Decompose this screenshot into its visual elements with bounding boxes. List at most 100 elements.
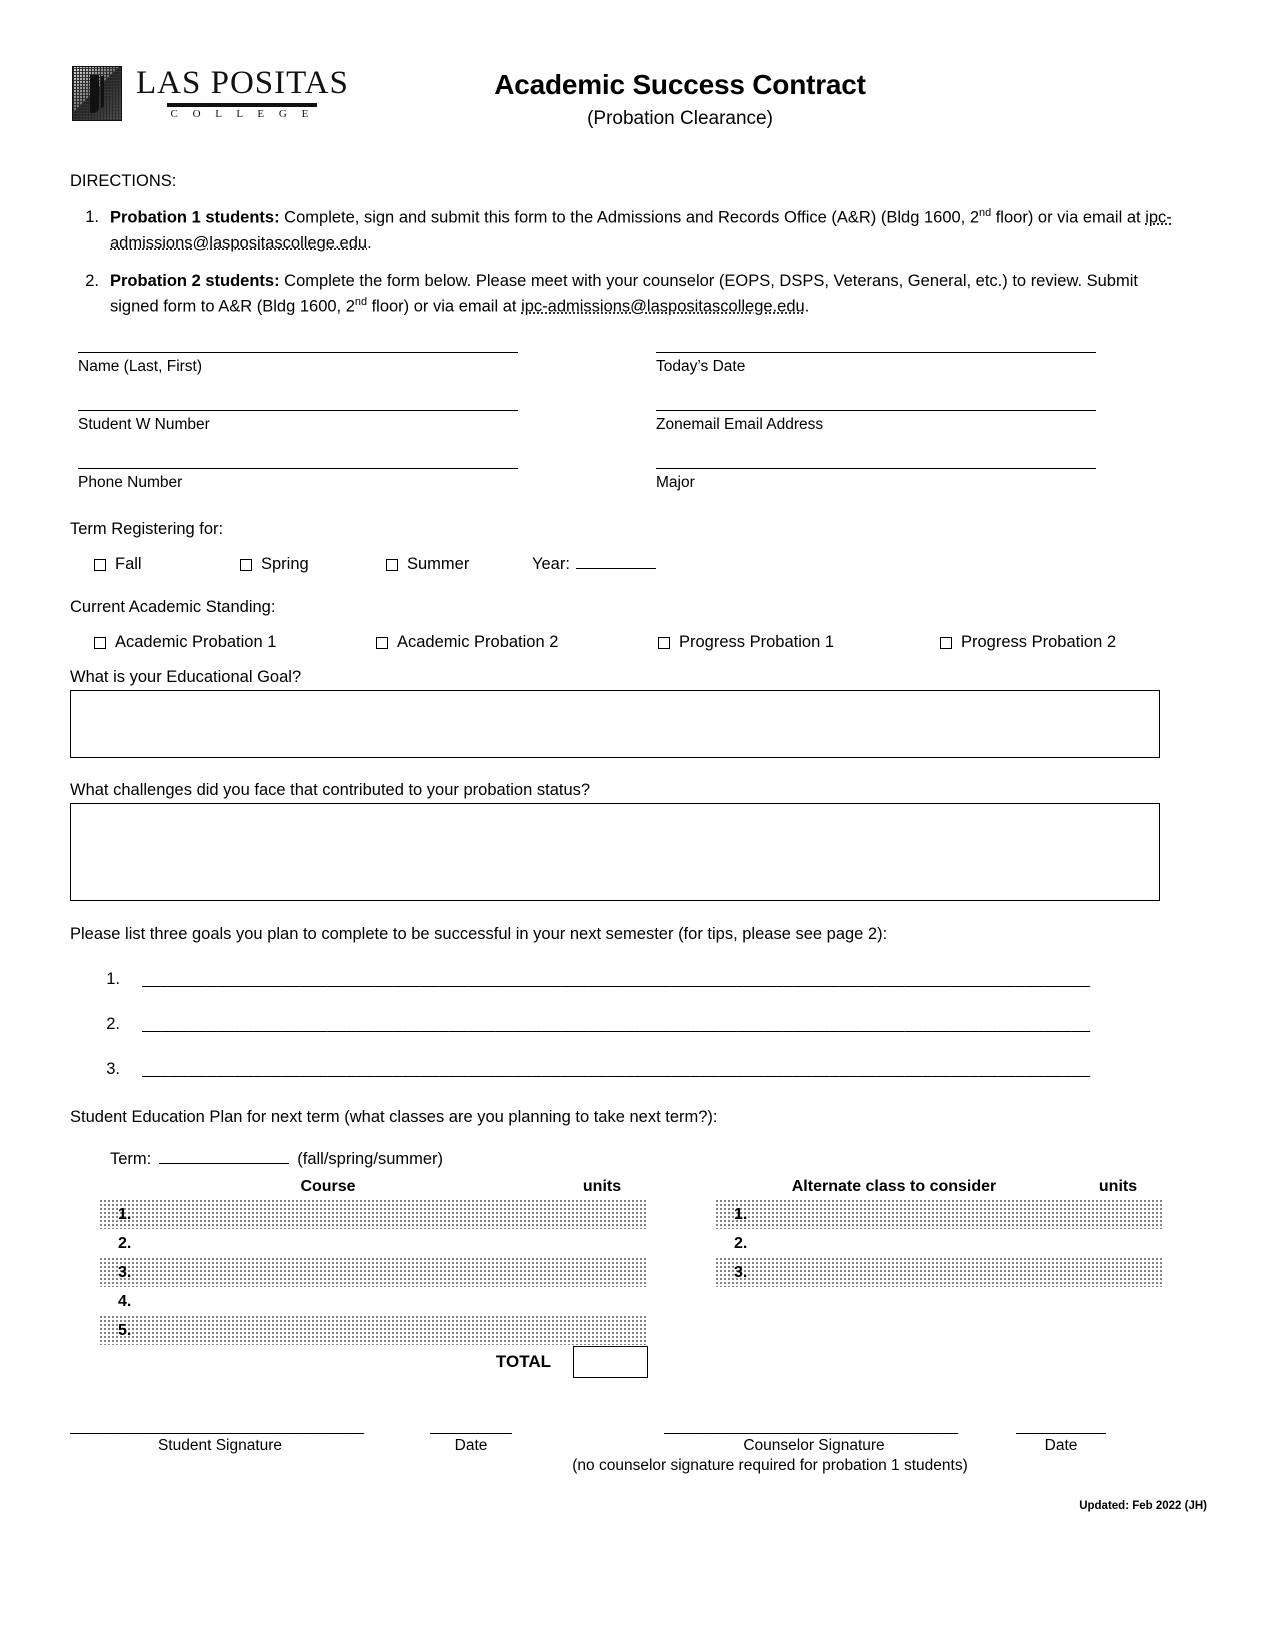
standing-section-label: Current Academic Standing: <box>70 598 276 616</box>
year-label: Year: <box>532 555 570 573</box>
document-page: LAS POSITAS C O L L E G E Academic Succe… <box>0 0 1275 1650</box>
educational-goal-textarea[interactable] <box>70 690 1160 758</box>
signature-section: ________________________________ _______… <box>70 1418 1180 1475</box>
checkbox-icon <box>240 558 252 571</box>
standing-options-row: Academic Probation 1 Academic Probation … <box>70 633 1200 652</box>
goal-input-line[interactable]: ________________________________________… <box>142 1061 1160 1079</box>
checkbox-icon <box>94 636 106 649</box>
goal-input-line[interactable]: ________________________________________… <box>142 1016 1160 1034</box>
year-field[interactable]: Year: <box>508 555 656 574</box>
logo-divider <box>167 103 318 107</box>
direction-lead: Probation 2 students: <box>110 271 280 290</box>
total-units-input[interactable] <box>573 1346 648 1378</box>
field-zonemail[interactable]: Zonemail Email Address <box>656 410 1096 434</box>
direction-number: 2. <box>85 271 99 290</box>
table-row[interactable]: 1. <box>716 1200 1164 1229</box>
field-todays-date[interactable]: Today’s Date <box>656 352 1096 376</box>
row-number: 3. <box>118 1263 132 1281</box>
table-row[interactable]: 3. <box>716 1258 1164 1287</box>
signature-lines: ________________________________ _______… <box>70 1418 1180 1436</box>
table-row[interactable]: 1. <box>100 1200 648 1229</box>
counselor-date-label: Date <box>1044 1437 1078 1454</box>
field-label: Phone Number <box>78 474 183 491</box>
counselor-date-line[interactable]: __________ <box>1016 1418 1106 1436</box>
direction-item-2: 2. Probation 2 students: Complete the fo… <box>70 269 1190 321</box>
field-name[interactable]: Name (Last, First) <box>78 352 518 376</box>
checkbox-progress-probation-1[interactable]: Progress Probation 1 <box>634 633 916 652</box>
course-table: Course units 1. 2. 3. 4. 5. <box>100 1178 648 1345</box>
total-label: TOTAL <box>495 1352 551 1371</box>
student-date-line[interactable]: __________ <box>430 1418 512 1436</box>
table-row[interactable]: 2. <box>716 1229 1164 1258</box>
row-number: 4. <box>118 1292 132 1310</box>
sep-term-input-line[interactable] <box>159 1149 290 1164</box>
field-label: Today’s Date <box>656 358 746 375</box>
table-row[interactable]: 2. <box>100 1229 648 1258</box>
row-number: 2. <box>118 1234 132 1252</box>
updated-footer: Updated: Feb 2022 (JH) <box>1079 1500 1207 1512</box>
table-row[interactable]: 4. <box>100 1287 648 1316</box>
direction-text: Probation 1 students: Complete, sign and… <box>110 205 1190 257</box>
checkbox-label: Spring <box>261 555 309 573</box>
direction-ordinal: nd <box>979 207 992 219</box>
row-number: 1. <box>118 1205 132 1223</box>
field-major[interactable]: Major <box>656 468 1096 492</box>
logo-sub-text: C O L L E G E <box>170 108 315 120</box>
year-input-line[interactable] <box>575 555 656 569</box>
sep-label: Student Education Plan for next term (wh… <box>70 1108 718 1126</box>
checkbox-icon <box>386 558 398 571</box>
checkbox-term-fall[interactable]: Fall <box>70 555 216 574</box>
field-label: Zonemail Email Address <box>656 416 824 433</box>
checkbox-term-summer[interactable]: Summer <box>362 555 508 574</box>
label-gap <box>964 1437 1016 1455</box>
term-registering-section: Term Registering for: Fall Spring Summer… <box>70 520 1190 574</box>
direction-ordinal: nd <box>354 296 367 309</box>
direction-body-c: . <box>804 297 810 316</box>
checkbox-term-spring[interactable]: Spring <box>216 555 362 574</box>
direction-number: 1. <box>85 208 99 226</box>
directions-heading: DIRECTIONS: <box>70 172 177 190</box>
goal-number: 2. <box>106 1015 120 1033</box>
field-row-3: Phone Number Major <box>78 468 1138 492</box>
sig-gap <box>370 1418 430 1436</box>
table-row[interactable]: 3. <box>100 1258 648 1287</box>
table-row[interactable]: 5. <box>100 1316 648 1345</box>
column-header-course: Course <box>300 1178 356 1195</box>
row-number: 1. <box>734 1205 748 1223</box>
field-row-1: Name (Last, First) Today’s Date <box>78 352 1138 376</box>
direction-body-a: Complete, sign and submit this form to t… <box>279 208 980 227</box>
direction-body-c: . <box>367 234 372 253</box>
field-w-number[interactable]: Student W Number <box>78 410 518 434</box>
checkbox-icon <box>94 558 106 571</box>
checkbox-label: Academic Probation 2 <box>397 633 559 651</box>
checkbox-icon <box>940 636 952 649</box>
counselor-signature-line[interactable]: ________________________________ <box>664 1418 964 1436</box>
direction-item-1: 1. Probation 1 students: Complete, sign … <box>70 205 1190 257</box>
challenges-textarea[interactable] <box>70 803 1160 901</box>
checkbox-academic-probation-1[interactable]: Academic Probation 1 <box>70 633 352 652</box>
column-header-alternate-class: Alternate class to consider <box>791 1178 997 1195</box>
logo-name-text: LAS POSITAS <box>136 65 349 101</box>
college-logo: LAS POSITAS C O L L E G E <box>72 66 349 121</box>
field-phone[interactable]: Phone Number <box>78 468 518 492</box>
logo-emblem-icon <box>72 66 122 121</box>
term-options-row: Fall Spring Summer Year: <box>70 555 1190 574</box>
admissions-email-link[interactable]: ipc-admissions@laspositascollege.edu <box>521 298 805 316</box>
directions-list: 1. Probation 1 students: Complete, sign … <box>70 205 1190 320</box>
checkbox-icon <box>376 636 388 649</box>
direction-text: Probation 2 students: Complete the form … <box>110 269 1190 321</box>
goal-row-3: 3. _____________________________________… <box>70 1060 1160 1079</box>
total-row: TOTAL <box>100 1345 648 1379</box>
counselor-signature-label: Counselor Signature <box>743 1437 885 1454</box>
row-number: 2. <box>734 1234 748 1252</box>
academic-standing-section: Current Academic Standing: Academic Prob… <box>70 598 1200 652</box>
checkbox-academic-probation-2[interactable]: Academic Probation 2 <box>352 633 634 652</box>
direction-body-b: floor) or via email at <box>367 297 522 316</box>
field-row-2: Student W Number Zonemail Email Address <box>78 410 1138 434</box>
label-gap <box>370 1437 430 1455</box>
student-signature-label: Student Signature <box>157 1437 283 1454</box>
directions-section: DIRECTIONS: 1. Probation 1 students: Com… <box>70 172 1190 332</box>
checkbox-progress-probation-2[interactable]: Progress Probation 2 <box>916 633 1198 652</box>
goal-input-line[interactable]: ________________________________________… <box>142 971 1160 989</box>
student-signature-line[interactable]: ________________________________ <box>70 1418 370 1436</box>
